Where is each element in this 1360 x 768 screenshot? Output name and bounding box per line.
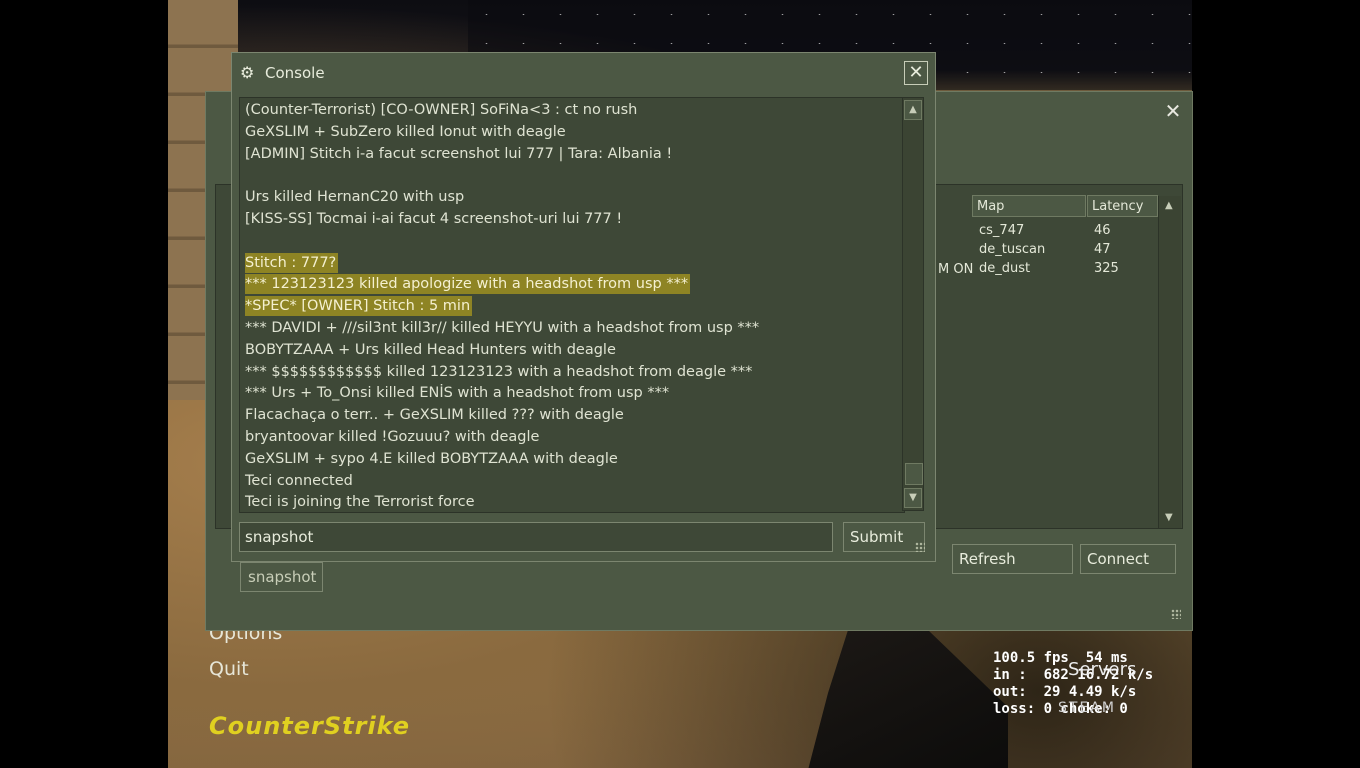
scroll-down-arrow-icon[interactable]: ▼: [904, 488, 922, 508]
server-browser-close-icon[interactable]: ✕: [1162, 100, 1184, 122]
console-log-line: *** 123123123 killed apologize with a he…: [245, 274, 691, 295]
console-log-line: [KISS-SS] Tocmai i-ai facut 4 screenshot…: [245, 211, 623, 227]
column-header-latency[interactable]: Latency: [1087, 195, 1158, 217]
scroll-down-arrow-icon[interactable]: ▼: [1165, 512, 1173, 523]
console-log-line: Flacachaça o terr.. + GeXSLIM killed ???…: [245, 407, 624, 424]
console-log[interactable]: (Counter-Terrorist) [CO-OWNER] SoFiNa<3 …: [239, 97, 905, 513]
refresh-button[interactable]: Refresh: [952, 544, 1073, 574]
counter-strike-logo: CounterStrike: [209, 712, 411, 740]
scroll-up-arrow-icon[interactable]: ▲: [1165, 200, 1173, 211]
autocomplete-suggestion[interactable]: snapshot: [240, 562, 323, 592]
console-log-line: Stitch : 777?: [245, 252, 339, 273]
console-title: Console: [265, 64, 325, 82]
console-log-line: *SPEC* [OWNER] Stitch : 5 min: [245, 296, 473, 317]
server-row-prefix: M ON: [938, 262, 974, 277]
server-row-map[interactable]: de_dust: [979, 261, 1030, 276]
console-log-line: Teci is joining the Terrorist force: [245, 494, 475, 511]
steam-logo: STEAM: [1058, 700, 1116, 716]
resize-grip-icon[interactable]: [915, 542, 925, 552]
scroll-thumb[interactable]: [905, 463, 923, 485]
net-out: out: 29 4.49 k/s: [993, 684, 1137, 700]
console-log-line: GeXSLIM + SubZero killed Ionut with deag…: [245, 123, 566, 140]
server-row-latency: 47: [1094, 242, 1111, 257]
console-log-line: Urs killed HernanC20 with usp: [245, 189, 465, 206]
console-log-line: (Counter-Terrorist) [CO-OWNER] SoFiNa<3 …: [245, 102, 638, 118]
scroll-up-arrow-icon[interactable]: ▲: [904, 100, 922, 120]
console-log-line: BOBYTZAAA + Urs killed Head Hunters with…: [245, 341, 616, 358]
console-log-line: *** DAVIDI + ///sil3nt kill3r// killed H…: [245, 320, 760, 336]
console-scrollbar[interactable]: ▲ ▼: [902, 97, 924, 511]
column-header-map[interactable]: Map: [972, 195, 1086, 217]
console-command-input[interactable]: [239, 522, 833, 552]
console-log-line: Teci connected: [245, 472, 353, 489]
server-row-latency: 325: [1094, 261, 1119, 276]
console-log-line: [ADMIN] Stitch i-a facut screenshot lui …: [245, 145, 673, 162]
connect-button[interactable]: Connect: [1080, 544, 1176, 574]
submit-button[interactable]: Submit: [843, 522, 925, 552]
console-close-icon[interactable]: ✕: [904, 61, 928, 85]
console-log-line: *** Urs + To_Onsi killed ENİS with a hea…: [245, 385, 670, 402]
console-log-line: GeXSLIM + sypo 4.E killed BOBYTZAAA with…: [245, 450, 618, 467]
weapon-silhouette: [808, 630, 1008, 768]
server-row-latency: 46: [1094, 223, 1111, 238]
server-row-map[interactable]: de_tuscan: [979, 242, 1045, 257]
steam-icon: ⚙: [240, 63, 255, 82]
menu-item-quit[interactable]: Quit: [209, 658, 249, 680]
console-log-line: *** $$$$$$$$$$$$ killed 123123123 with a…: [245, 363, 753, 380]
server-list-scrollbar[interactable]: ▲ ▼: [1158, 196, 1181, 528]
resize-grip-icon[interactable]: [1171, 609, 1181, 619]
servers-menu-label[interactable]: Servers: [1068, 659, 1136, 680]
server-row-map[interactable]: cs_747: [979, 223, 1024, 238]
console-log-line: bryantoovar killed !Gozuuu? with deagle: [245, 429, 540, 445]
